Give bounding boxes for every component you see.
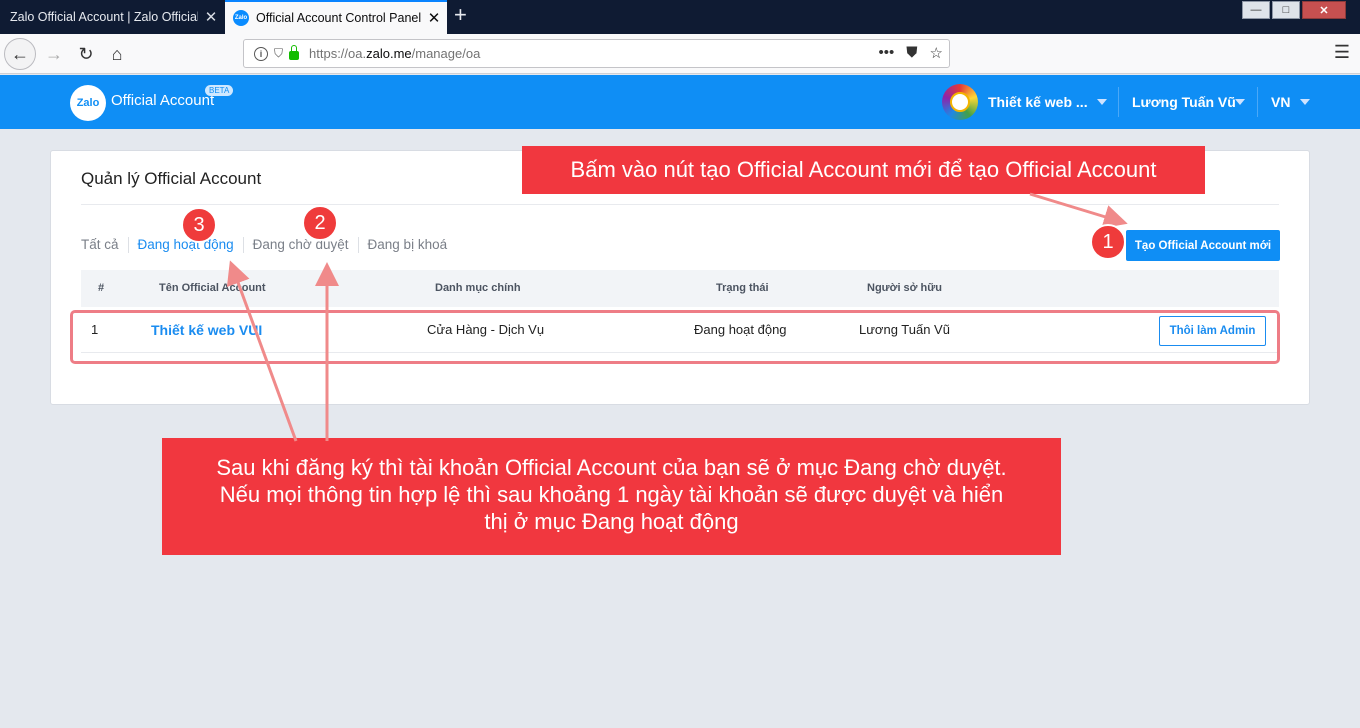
column-header-category: Danh mục chính xyxy=(435,282,521,294)
address-bar[interactable]: i ⛉ https://oa.zalo.me/manage/oa ••• ⛊ ☆ xyxy=(243,39,950,68)
url-actions: ••• ⛊ ☆ xyxy=(879,44,943,62)
callout-create-oa: Bấm vào nút tạo Official Account mới để … xyxy=(522,146,1205,194)
column-header-name: Tên Official Account xyxy=(159,282,266,294)
divider xyxy=(1257,87,1258,117)
step-badge-1: 1 xyxy=(1090,224,1126,260)
column-header-index: # xyxy=(98,282,105,294)
lock-icon xyxy=(289,45,300,60)
reload-icon[interactable]: ↻ xyxy=(70,38,102,70)
chevron-down-icon[interactable] xyxy=(1097,99,1107,105)
language-switcher[interactable]: VN xyxy=(1271,94,1290,110)
account-avatar[interactable] xyxy=(942,84,978,120)
user-menu[interactable]: Lương Tuấn Vũ xyxy=(1132,94,1236,110)
info-icon[interactable]: i xyxy=(254,46,268,61)
window-controls: — □ ✕ xyxy=(1242,1,1346,19)
url-text: https://oa.zalo.me/manage/oa xyxy=(309,46,481,61)
status-filter-tabs: Tất cả Đang hoạt động Đang chờ duyệt Đan… xyxy=(81,237,456,253)
callout-approval-info: Sau khi đăng ký thì tài khoản Official A… xyxy=(162,438,1061,555)
home-icon[interactable]: ⌂ xyxy=(101,38,133,70)
beta-badge: BETA xyxy=(205,85,234,96)
chevron-down-icon[interactable] xyxy=(1235,99,1245,105)
chevron-down-icon[interactable] xyxy=(1300,99,1310,105)
maximize-button[interactable]: □ xyxy=(1272,1,1300,19)
callout-line: Sau khi đăng ký thì tài khoản Official A… xyxy=(216,455,1007,480)
column-header-owner: Người sở hữu xyxy=(867,282,942,294)
tracking-shield-icon[interactable]: ⛉ xyxy=(274,46,283,61)
more-actions-icon[interactable]: ••• xyxy=(879,44,895,62)
tab-locked[interactable]: Đang bị khoá xyxy=(357,237,457,253)
create-oa-button[interactable]: Tạo Official Account mới xyxy=(1126,230,1280,261)
tab-title: Official Account Control Panel xyxy=(256,11,421,25)
browser-tab-bar: Zalo Official Account | Zalo Official Ac… xyxy=(0,0,1360,34)
divider xyxy=(81,204,1279,205)
zalo-logo-icon[interactable]: Zalo xyxy=(70,85,106,121)
tab-pending[interactable]: Đang chờ duyệt xyxy=(242,237,358,253)
column-header-status: Trạng thái xyxy=(716,282,769,294)
tab-title: Zalo Official Account | Zalo Official Ac… xyxy=(10,10,198,24)
callout-line: Nếu mọi thông tin hợp lệ thì sau khoảng … xyxy=(219,482,1004,507)
back-arrow-icon[interactable]: ← xyxy=(4,38,36,70)
brand-name: Official Account xyxy=(111,92,215,109)
account-switcher[interactable]: Thiết kế web ... xyxy=(988,94,1088,110)
table-header: # Tên Official Account Danh mục chính Tr… xyxy=(81,270,1279,307)
pocket-icon[interactable]: ⛊ xyxy=(906,44,917,62)
tab-active[interactable]: Đang hoạt động xyxy=(127,237,243,253)
highlight-box xyxy=(70,310,1280,364)
browser-tab-1[interactable]: Zalo Official Account | Zalo Official Ac… xyxy=(0,0,224,34)
minimize-button[interactable]: — xyxy=(1242,1,1270,19)
step-badge-3: 3 xyxy=(181,207,217,243)
zalo-favicon-icon: Zalo xyxy=(233,10,249,26)
divider xyxy=(1118,87,1119,117)
zalo-header: Zalo Official Account BETA Thiết kế web … xyxy=(0,75,1360,129)
browser-nav-bar: ← → ↻ ⌂ i ⛉ https://oa.zalo.me/manage/oa… xyxy=(0,34,1360,74)
hamburger-menu-icon[interactable]: ☰ xyxy=(1334,42,1350,63)
bookmark-star-icon[interactable]: ☆ xyxy=(930,44,943,62)
callout-line: thị ở mục Đang hoạt động xyxy=(484,509,739,534)
close-window-button[interactable]: ✕ xyxy=(1302,1,1346,19)
page-title: Quản lý Official Account xyxy=(81,169,262,188)
browser-tab-2[interactable]: Zalo Official Account Control Panel ✕ xyxy=(225,0,447,34)
close-tab-icon[interactable]: ✕ xyxy=(421,9,447,27)
tab-all[interactable]: Tất cả xyxy=(81,237,128,253)
new-tab-icon[interactable]: + xyxy=(454,2,467,28)
forward-arrow-icon[interactable]: → xyxy=(38,38,70,70)
close-tab-icon[interactable]: ✕ xyxy=(198,8,224,26)
step-badge-2: 2 xyxy=(302,205,338,241)
